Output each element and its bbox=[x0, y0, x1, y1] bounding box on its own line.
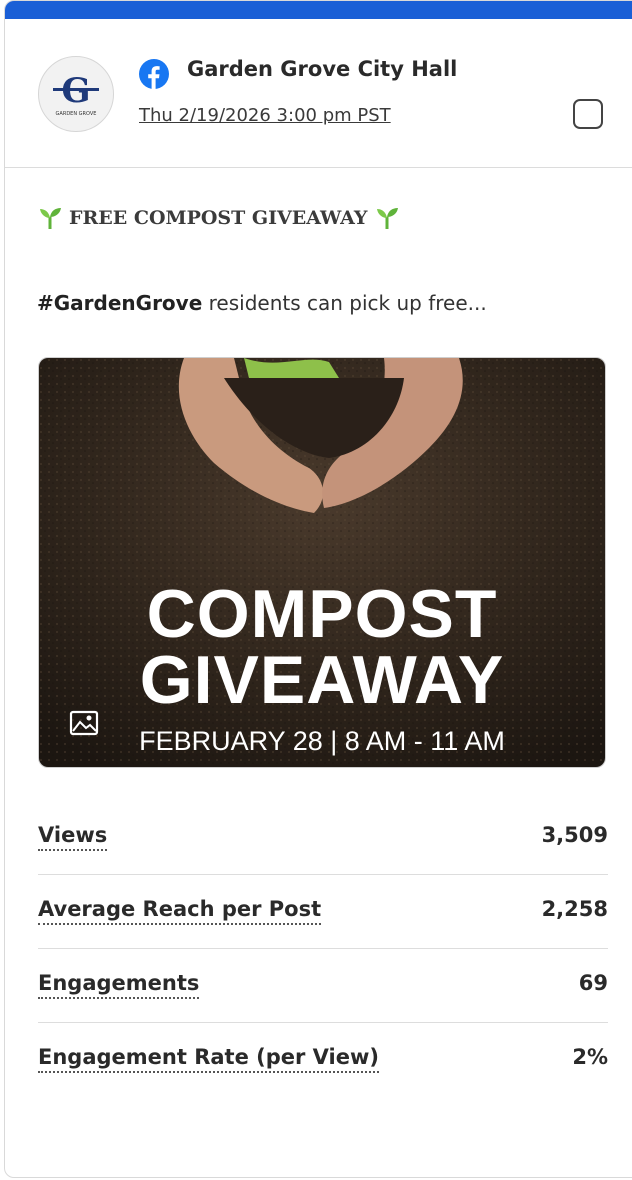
headline-text: FREE COMPOST GIVEAWAY bbox=[69, 207, 368, 229]
post-header: G GARDEN GROVE Garden Grove City Hall Th… bbox=[5, 19, 632, 168]
avatar[interactable]: G GARDEN GROVE bbox=[38, 56, 114, 132]
stat-row-engagement-rate: Engagement Rate (per View) 2% bbox=[38, 1023, 608, 1097]
stat-row-views: Views 3,509 bbox=[38, 801, 608, 875]
post-card: G GARDEN GROVE Garden Grove City Hall Th… bbox=[4, 0, 632, 1178]
stat-value: 2,258 bbox=[541, 897, 608, 921]
facebook-icon bbox=[139, 59, 169, 89]
image-icon bbox=[69, 710, 99, 736]
post-stats: Views 3,509 Average Reach per Post 2,258… bbox=[38, 801, 608, 1097]
stat-label[interactable]: Views bbox=[38, 823, 108, 851]
post-headline: FREE COMPOST GIVEAWAY bbox=[37, 205, 400, 231]
accent-bar bbox=[5, 1, 632, 19]
image-title-line2: GIVEAWAY bbox=[139, 642, 505, 718]
seedling-icon bbox=[376, 208, 398, 229]
stat-label[interactable]: Engagement Rate (per View) bbox=[38, 1045, 379, 1073]
image-title-line1: COMPOST bbox=[146, 576, 498, 652]
post-body: #GardenGrove residents can pick up free.… bbox=[37, 291, 487, 315]
post-image[interactable]: COMPOST GIVEAWAY FEBRUARY 28 | 8 AM - 11… bbox=[38, 357, 606, 768]
select-post-checkbox[interactable] bbox=[573, 99, 603, 129]
stat-value: 3,509 bbox=[541, 823, 608, 847]
stat-value: 2% bbox=[572, 1045, 608, 1069]
stat-row-average-reach: Average Reach per Post 2,258 bbox=[38, 875, 608, 949]
stat-value: 69 bbox=[578, 971, 608, 995]
post-timestamp-link[interactable]: Thu 2/19/2026 3:00 pm PST bbox=[139, 105, 391, 126]
image-date-line: FEBRUARY 28 | 8 AM - 11 AM bbox=[139, 726, 505, 756]
seedling-icon bbox=[40, 208, 61, 229]
body-snippet: residents can pick up free... bbox=[202, 291, 487, 315]
stat-label[interactable]: Engagements bbox=[38, 971, 200, 999]
stat-label[interactable]: Average Reach per Post bbox=[38, 897, 322, 925]
svg-text:GARDEN GROVE: GARDEN GROVE bbox=[56, 111, 97, 117]
page-name[interactable]: Garden Grove City Hall bbox=[187, 57, 457, 81]
stat-row-engagements: Engagements 69 bbox=[38, 949, 608, 1023]
city-logo-icon: G GARDEN GROVE bbox=[53, 71, 99, 117]
hashtag[interactable]: #GardenGrove bbox=[37, 291, 202, 315]
